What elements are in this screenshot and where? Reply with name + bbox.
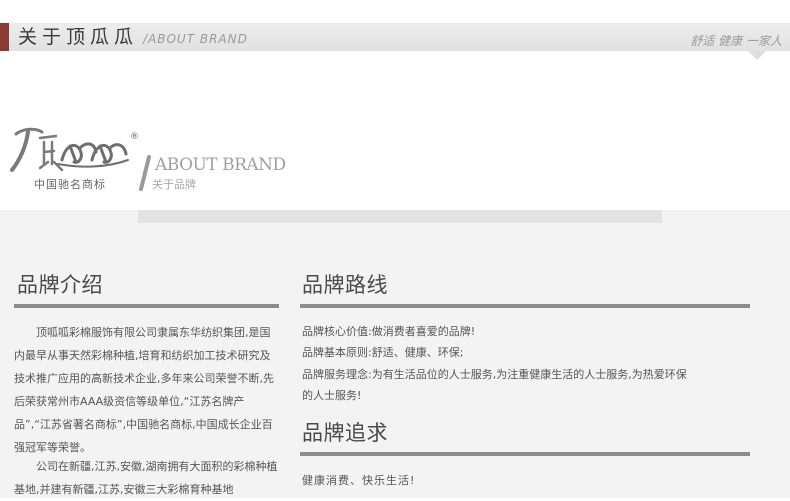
brand-route-title: 品牌路线 (302, 273, 388, 297)
header-accent-block (0, 23, 9, 51)
content-area: 品牌介绍 顶呱呱彩棉服饰有限公司隶属东华纺织集团,是国内最早从事天然彩棉种植,培… (0, 210, 790, 498)
header-notch-icon (748, 51, 766, 60)
brand-intro-paragraph: 公司在新疆,江苏,安徽,湖南拥有大面积的彩棉种植基地,并建有新疆,江苏,安徽三大… (14, 460, 278, 496)
brand-logo: ® 中国驰名商标 (10, 124, 139, 194)
brand-route-line: 的人士服务! (302, 389, 362, 402)
header-slogan: 舒适 健康 一家人 (690, 34, 782, 48)
content-top-strip (138, 210, 662, 223)
brand-intro-title: 品牌介绍 (17, 273, 103, 297)
brand-route-line: 品牌服务理念:为有生活品位的人士服务,为注重健康生活的人士服务,为热爱环保 (302, 368, 687, 381)
logo-caption: 中国驰名商标 (34, 178, 106, 191)
about-brand-title: ABOUT BRAND (155, 155, 286, 175)
header-bar: 关于顶瓜瓜 /ABOUT BRAND 舒适 健康 一家人 (0, 23, 790, 51)
brand-route-line: 品牌核心价值:做消费者喜爱的品牌! (302, 325, 476, 338)
brand-pursuit-title: 品牌追求 (302, 421, 388, 445)
brand-intro-rule (14, 304, 279, 308)
brand-pursuit-text: 健康消费、快乐生活! (302, 474, 416, 487)
brand-intro-paragraph: 顶呱呱彩棉服饰有限公司隶属东华纺织集团,是国内最早从事天然彩棉种植,培育和纺织加… (14, 326, 274, 454)
brand-pursuit-rule (300, 452, 750, 456)
about-brand-subtitle: 关于品牌 (152, 178, 196, 191)
header-title: 关于顶瓜瓜 (18, 26, 139, 48)
brand-route-line: 品牌基本原则:舒适、健康、环保; (302, 346, 464, 359)
header-subtitle: /ABOUT BRAND (143, 32, 248, 46)
brand-logo-mark-icon (10, 127, 129, 172)
slash-divider-icon (139, 155, 151, 191)
registered-mark: ® (130, 132, 139, 142)
brand-route-rule (300, 304, 750, 308)
